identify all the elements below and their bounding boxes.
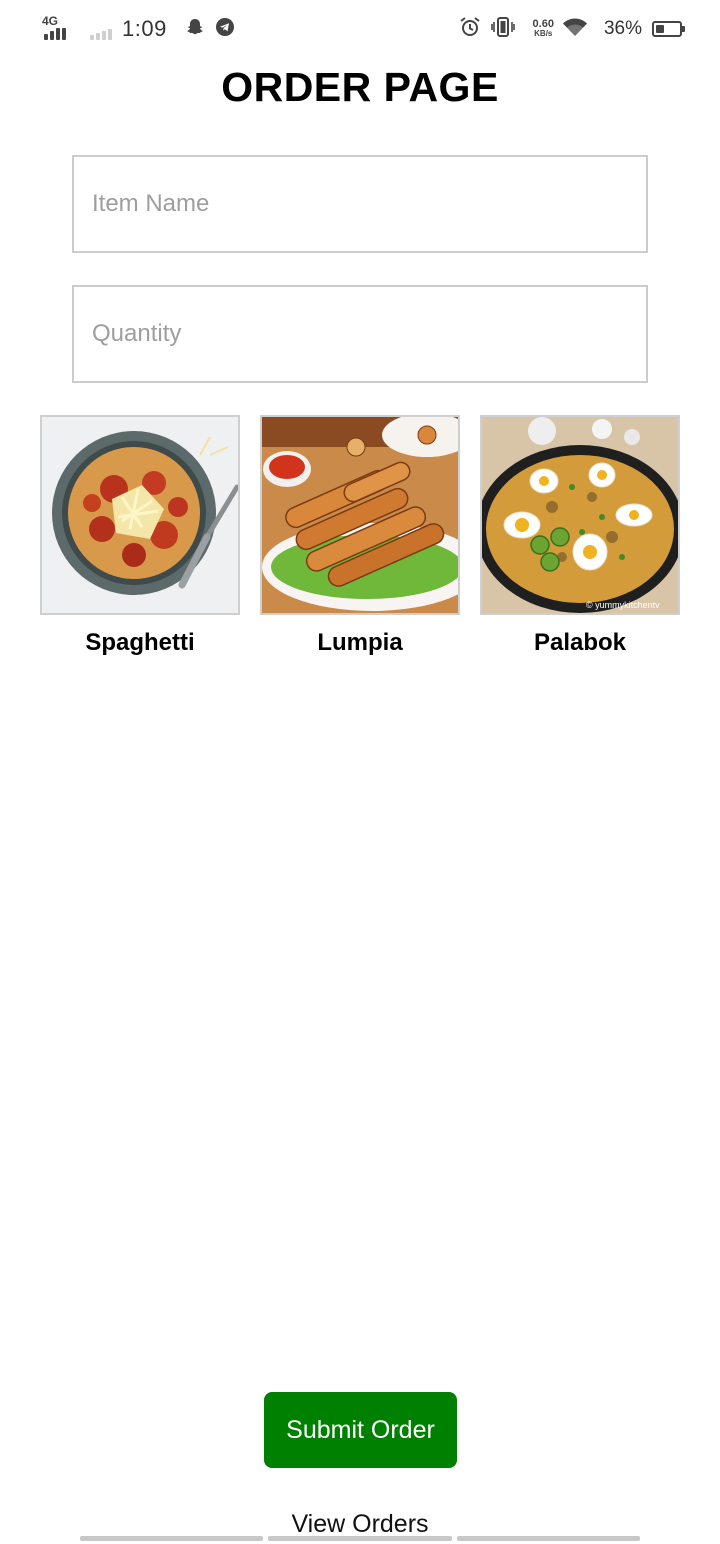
menu-item-name: Spaghetti	[85, 629, 195, 656]
battery-percent: 36%	[603, 18, 642, 39]
page-title: ORDER PAGE	[221, 64, 499, 110]
quantity-input[interactable]	[72, 285, 648, 383]
bottom-divider	[80, 1536, 640, 1541]
network-speed-unit: KB/s	[534, 29, 553, 38]
wifi-icon	[562, 17, 588, 42]
menu-item-name: Palabok	[533, 629, 627, 656]
view-orders-link[interactable]: View Orders	[0, 1510, 720, 1539]
menu-item-lumpia[interactable]: Lumpia	[260, 415, 460, 657]
telegram-icon	[215, 17, 235, 42]
clock: 1:09	[122, 16, 167, 41]
menu-item-palabok[interactable]: © yummykitchentv Palabok	[480, 415, 680, 657]
alarm-icon	[459, 16, 481, 43]
palabok-illustration: © yummykitchentv	[482, 417, 678, 613]
signal-icon: 4G	[42, 14, 76, 42]
battery-icon	[652, 21, 685, 37]
spaghetti-image[interactable]	[40, 415, 240, 615]
item-name-input[interactable]	[72, 155, 648, 253]
menu-item-spaghetti[interactable]: Spaghetti	[40, 415, 240, 657]
status-bar-right: 0.60 KB/s 36%	[459, 14, 685, 44]
signal-weak-icon	[90, 16, 116, 42]
vibrate-icon	[490, 16, 515, 43]
lumpia-image[interactable]	[260, 415, 460, 615]
network-speed: 0.60 KB/s	[532, 18, 554, 39]
network-type-label: 4G	[42, 14, 59, 28]
snapchat-icon	[185, 17, 205, 42]
status-bar-left: 4G 1:09	[42, 14, 245, 44]
menu-item-name: Lumpia	[317, 629, 403, 656]
status-bar: 4G 1:09 0.60 KB/s 36%	[0, 0, 720, 56]
submit-order-button[interactable]: Submit Order	[264, 1392, 457, 1468]
palabok-watermark: © yummykitchentv	[586, 600, 660, 610]
palabok-image[interactable]: © yummykitchentv	[480, 415, 680, 615]
network-speed-value: 0.60	[532, 18, 554, 30]
spaghetti-illustration	[42, 417, 238, 613]
battery-level	[656, 25, 664, 33]
lumpia-illustration	[262, 417, 458, 613]
